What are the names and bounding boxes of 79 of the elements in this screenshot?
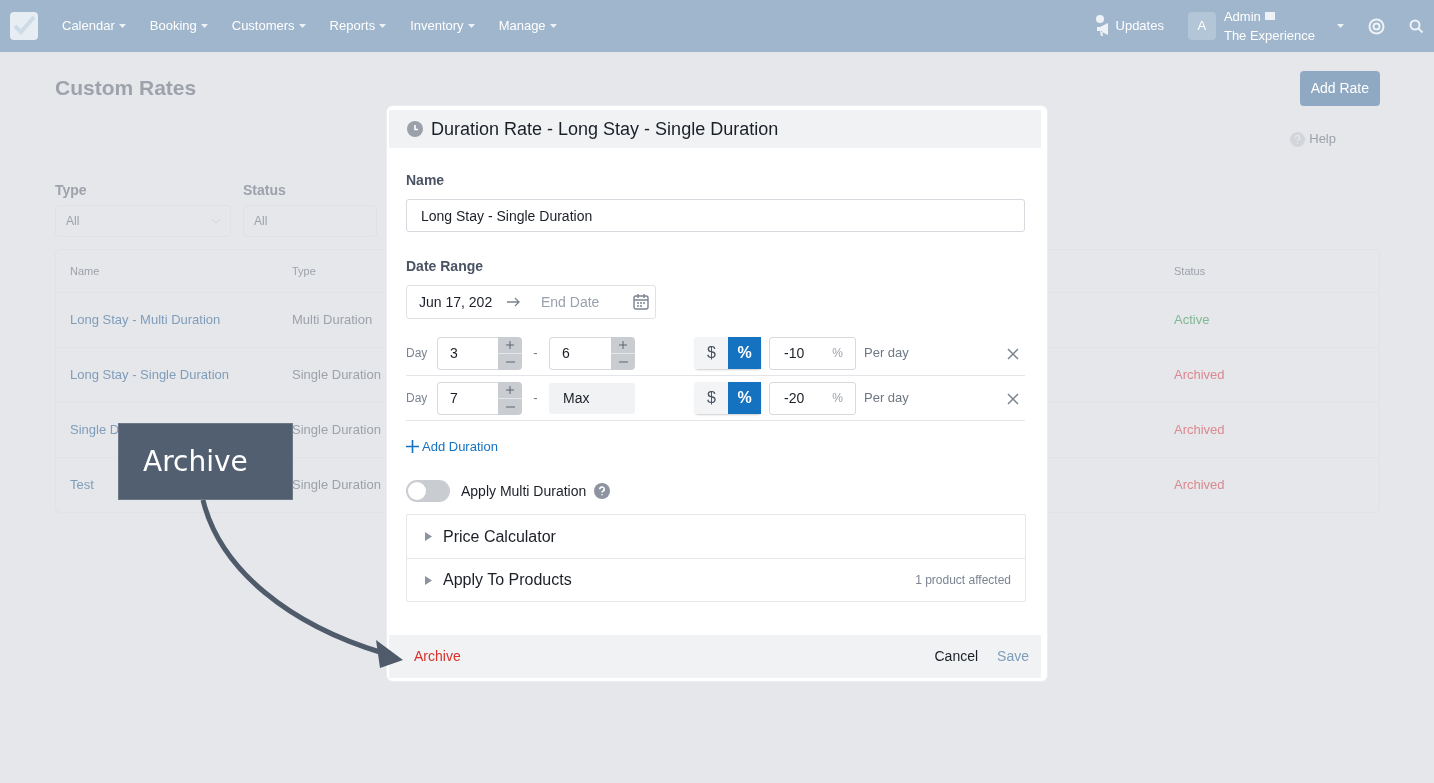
plus-icon: [506, 385, 514, 394]
minus-icon: [505, 360, 515, 363]
user-name: Admin: [1223, 7, 1261, 26]
range-dash: -: [532, 344, 539, 363]
per-day-label: Per day: [864, 389, 909, 408]
calendar-icon[interactable]: [633, 294, 649, 310]
caret-icon: [118, 24, 126, 28]
logo-icon: [10, 12, 38, 40]
arrow-right-icon: [507, 297, 521, 307]
caret-icon: [1337, 24, 1344, 28]
column-header: Name: [70, 264, 100, 277]
organization-name: The Experience: [1223, 27, 1315, 45]
field-label: Date Range: [406, 257, 485, 276]
accordion-header[interactable]: Price Calculator: [407, 515, 1025, 559]
status-text: Active: [1174, 312, 1210, 328]
unit-toggle[interactable]: $: [695, 382, 728, 414]
page-title: Custom Rates: [55, 75, 197, 101]
table-cell: Single Duration: [292, 477, 381, 493]
clock-icon: [407, 121, 423, 137]
callout-label: Archive: [118, 423, 293, 500]
add-duration-link[interactable]: Add Duration: [406, 437, 498, 457]
section-title: Apply To Products: [443, 570, 572, 591]
end-date-field[interactable]: End Date: [541, 291, 625, 313]
status-text: Archived: [1174, 367, 1225, 383]
percent-suffix: %: [832, 345, 843, 362]
percent-suffix: %: [832, 390, 843, 407]
table-cell: Multi Duration: [292, 312, 373, 328]
caret-icon: [298, 24, 306, 28]
cancel-button[interactable]: Cancel: [934, 646, 979, 667]
field-label: Name: [406, 171, 446, 190]
day-from-input[interactable]: 7: [437, 381, 498, 415]
help-icon[interactable]: [1368, 17, 1385, 35]
caret-icon: [379, 24, 387, 28]
search-icon[interactable]: [1409, 18, 1424, 34]
status-text: Archived: [1174, 422, 1225, 438]
date-range-picker[interactable]: Jun 17, 202 End Date: [406, 285, 656, 319]
increment-button[interactable]: [498, 336, 522, 354]
per-day-label: Per day: [864, 344, 909, 363]
amount-field[interactable]: -20 %: [769, 381, 856, 415]
question-icon[interactable]: [594, 483, 611, 500]
amount-field[interactable]: -10 %: [769, 336, 856, 370]
day-to-value: Max: [549, 382, 635, 414]
table-cell: Single Duration: [292, 422, 381, 438]
column-header: Type: [292, 264, 316, 277]
name-input[interactable]: Long Stay - Single Duration: [406, 199, 1025, 232]
start-date-field[interactable]: Jun 17, 202: [419, 291, 499, 313]
increment-button[interactable]: [498, 381, 522, 399]
caret-icon: [467, 24, 475, 28]
day-label: Day: [406, 345, 429, 362]
table-cell: Single Duration: [292, 367, 381, 383]
range-dash: -: [532, 389, 539, 408]
day-to-input[interactable]: 6: [549, 336, 611, 370]
caret-icon: [549, 24, 557, 28]
plus-icon: [619, 340, 627, 349]
dialog-title: Duration Rate - Long Stay - Single Duration: [431, 117, 779, 141]
filter-label: Type: [55, 181, 88, 200]
increment-button[interactable]: [611, 336, 635, 354]
archive-button[interactable]: Archive: [414, 646, 461, 667]
filter-label: Status: [243, 181, 287, 200]
close-icon: [1007, 347, 1019, 360]
column-header: Status: [1174, 264, 1206, 277]
minus-icon: [618, 360, 628, 363]
unit-toggle[interactable]: %: [728, 382, 761, 414]
unit-toggle[interactable]: $: [695, 337, 728, 369]
plus-icon: [406, 440, 419, 454]
avatar: A: [1187, 12, 1216, 40]
accordion-header[interactable]: Apply To Products 1 product affected: [407, 558, 1025, 602]
unit-toggle[interactable]: %: [728, 337, 761, 369]
plus-icon: [506, 340, 514, 349]
day-label: Day: [406, 390, 429, 407]
minus-icon: [505, 405, 515, 408]
caret-icon: [200, 24, 208, 28]
day-from-input[interactable]: 3: [437, 336, 498, 370]
toggle-switch[interactable]: [406, 480, 450, 503]
close-icon: [1007, 392, 1019, 405]
affected-count: 1 product affected: [915, 572, 1011, 590]
section-title: Price Calculator: [443, 526, 556, 547]
toggle-label: Apply Multi Duration: [461, 481, 587, 501]
status-text: Archived: [1174, 477, 1225, 493]
